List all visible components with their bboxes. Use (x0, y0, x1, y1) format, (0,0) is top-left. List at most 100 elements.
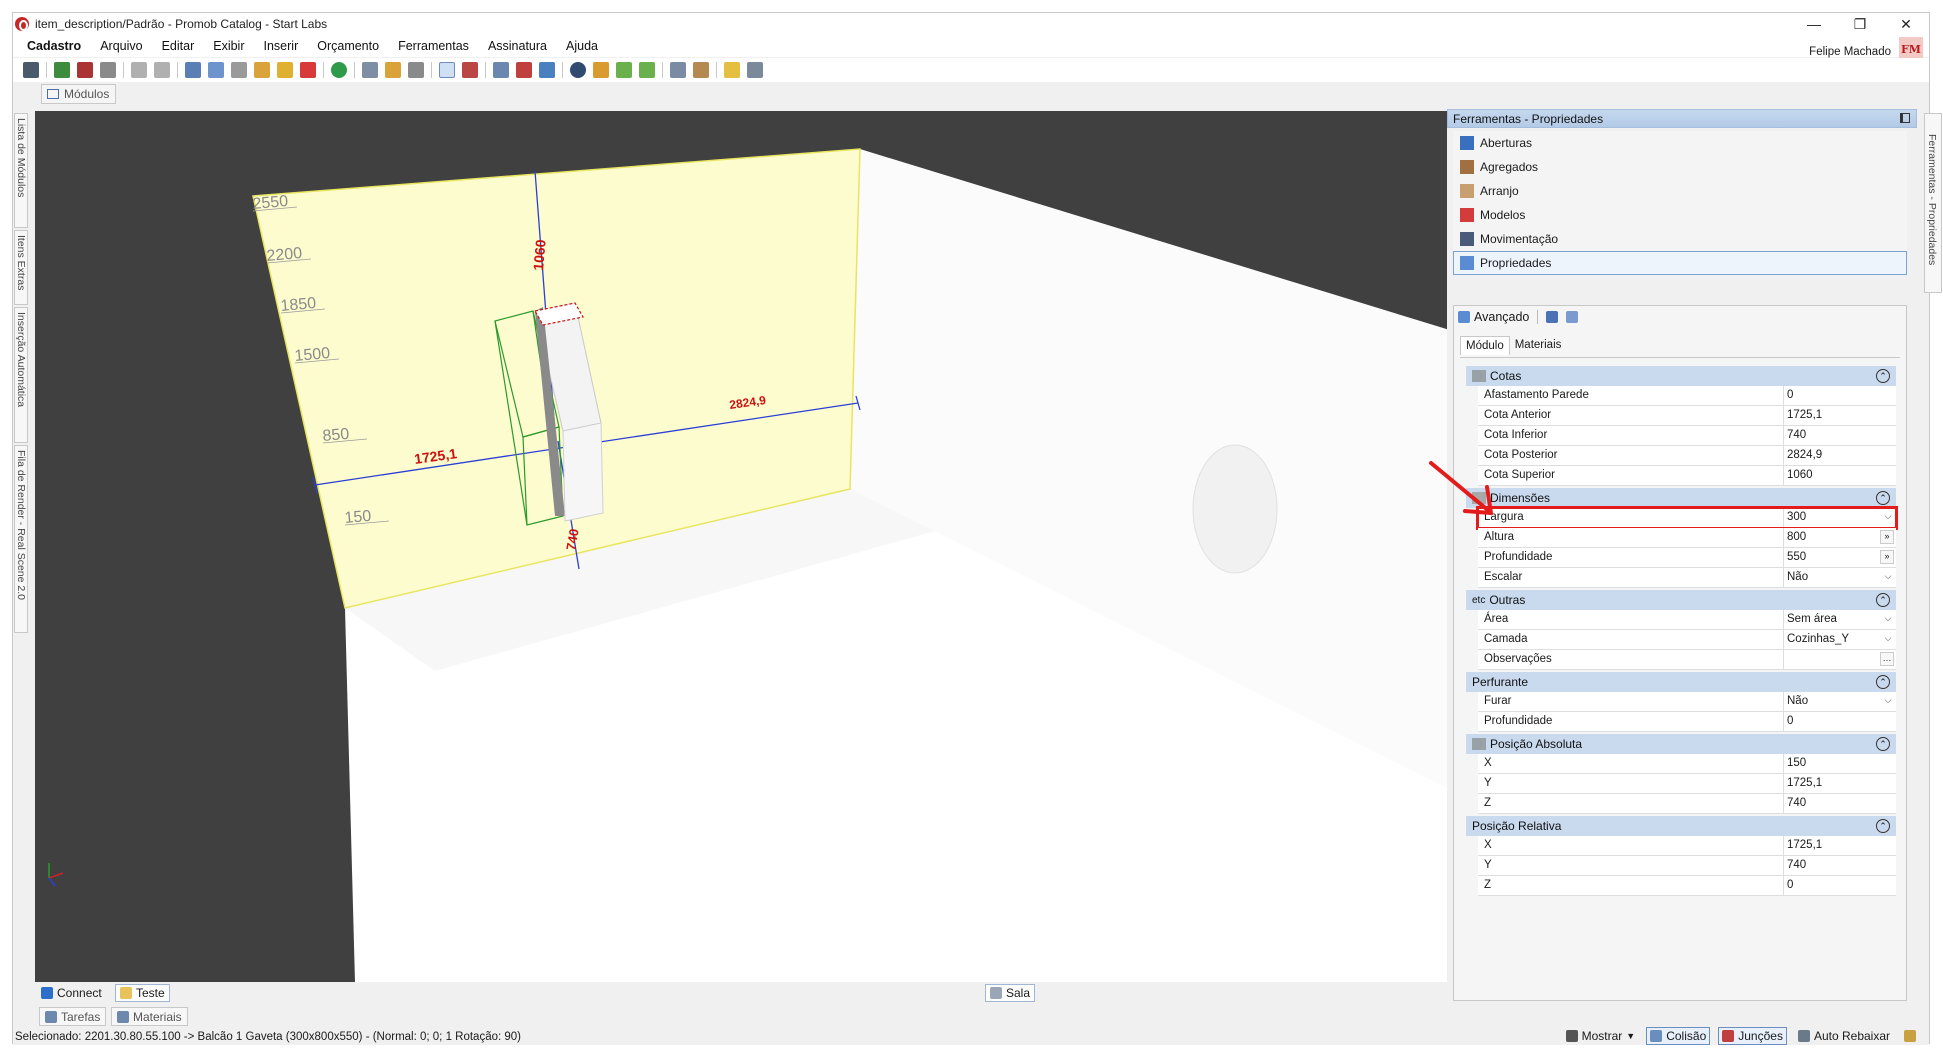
property-row[interactable]: Profundidade 550» (1478, 548, 1896, 568)
property-value[interactable]: 150 (1784, 754, 1896, 773)
delete-icon[interactable] (300, 62, 316, 78)
redo-icon[interactable] (154, 62, 170, 78)
menu-editar[interactable]: Editar (162, 39, 195, 53)
menu-ajuda[interactable]: Ajuda (566, 39, 598, 53)
restore-button[interactable]: ❐ (1837, 13, 1883, 35)
materials-icon[interactable] (516, 62, 532, 78)
property-value[interactable]: 300 (1784, 508, 1896, 527)
menu-cadastro[interactable]: Cadastro (27, 39, 81, 53)
side-tab-ferramentas-propriedades[interactable]: Ferramentas - Propriedades (1924, 113, 1942, 293)
mostrar-dropdown[interactable]: Mostrar ▼ (1563, 1027, 1639, 1045)
menu-exibir[interactable]: Exibir (213, 39, 244, 53)
juncoes-toggle[interactable]: Junções (1718, 1027, 1787, 1045)
property-row[interactable]: Afastamento Parede 0 (1478, 386, 1896, 406)
side-tab-insercao-automatica[interactable]: Inserção Automática (14, 307, 28, 443)
arrow-right-icon[interactable] (639, 62, 655, 78)
property-row[interactable]: X 1725,1 (1478, 836, 1896, 856)
chevron-down-icon[interactable]: ⌵ (1882, 695, 1894, 707)
property-value[interactable]: 0 (1784, 386, 1896, 405)
property-row[interactable]: Cota Inferior 740 (1478, 426, 1896, 446)
collapse-icon[interactable]: ⌃ (1876, 819, 1890, 833)
property-value[interactable]: 740 (1784, 856, 1896, 875)
colisao-toggle[interactable]: Colisão (1646, 1027, 1711, 1045)
category-posicao-relativa[interactable]: Posição Relativa ⌃ (1466, 816, 1896, 836)
property-value[interactable]: 0 (1784, 876, 1896, 895)
chevron-down-icon[interactable]: ⌵ (1882, 511, 1894, 523)
tool-movimentacao[interactable]: Movimentação (1453, 227, 1907, 251)
property-value[interactable]: 1725,1 (1784, 836, 1896, 855)
tab-tarefas[interactable]: Tarefas (39, 1007, 107, 1026)
hammer-icon[interactable] (254, 62, 270, 78)
undo-icon[interactable] (131, 62, 147, 78)
list-view-icon[interactable] (1546, 311, 1559, 323)
property-value[interactable]: 740 (1784, 794, 1896, 813)
property-row[interactable]: Profundidade 0 (1478, 712, 1896, 732)
arrow-left-icon[interactable] (616, 62, 632, 78)
menu-ferramentas[interactable]: Ferramentas (398, 39, 469, 53)
eye-icon[interactable] (570, 62, 586, 78)
property-row[interactable]: Furar Não ⌵ (1478, 692, 1896, 712)
tool-agregados[interactable]: Agregados (1453, 155, 1907, 179)
measure-icon[interactable] (462, 62, 478, 78)
paste-icon[interactable] (231, 62, 247, 78)
property-row[interactable]: Área Sem área ⌵ (1478, 610, 1896, 630)
view-icon[interactable] (670, 62, 686, 78)
property-row[interactable]: Altura 800» (1478, 528, 1896, 548)
menu-orcamento[interactable]: Orçamento (317, 39, 379, 53)
copy-icon[interactable] (208, 62, 224, 78)
auto-rebaixar-toggle[interactable]: Auto Rebaixar (1795, 1027, 1893, 1045)
3d-text-icon[interactable] (539, 62, 555, 78)
advanced-label[interactable]: Avançado (1474, 310, 1529, 324)
menu-assinatura[interactable]: Assinatura (488, 39, 547, 53)
property-value[interactable]: Não (1784, 692, 1896, 711)
property-row[interactable]: Cota Superior 1060 (1478, 466, 1896, 486)
ellipsis-icon[interactable]: … (1880, 652, 1894, 666)
connect-button[interactable]: Connect (37, 984, 106, 1002)
chevron-down-icon[interactable]: ⌵ (1882, 571, 1894, 583)
budget-icon[interactable] (331, 62, 347, 78)
sala-button[interactable]: Sala (985, 984, 1036, 1002)
pin-icon[interactable] (1900, 113, 1910, 123)
property-value[interactable]: 1060 (1784, 466, 1896, 485)
property-value[interactable]: Cozinhas_Y (1784, 630, 1896, 649)
collapse-icon[interactable]: ⌃ (1876, 737, 1890, 751)
category-outras[interactable]: etc Outras ⌃ (1466, 590, 1896, 610)
category-perfurante[interactable]: Perfurante ⌃ (1466, 672, 1896, 692)
property-row[interactable]: Camada Cozinhas_Y ⌵ (1478, 630, 1896, 650)
property-row[interactable]: X 150 (1478, 754, 1896, 774)
property-row[interactable]: Escalar Não ⌵ (1478, 568, 1896, 588)
property-value[interactable]: Não (1784, 568, 1896, 587)
grid-view-icon[interactable] (1566, 311, 1579, 323)
select-cursor-icon[interactable] (439, 62, 455, 78)
camera-icon[interactable] (747, 62, 763, 78)
collapse-icon[interactable]: ⌃ (1876, 491, 1890, 505)
tool-propriedades[interactable]: Propriedades (1453, 251, 1907, 275)
chevron-down-icon[interactable]: ⌵ (1882, 613, 1894, 625)
collapse-icon[interactable]: ⌃ (1876, 675, 1890, 689)
light-icon[interactable] (724, 62, 740, 78)
3d-viewport[interactable]: 2550 2200 1850 1500 850 150 1060 1725,1 … (35, 111, 1453, 982)
property-value[interactable]: 0 (1784, 712, 1896, 731)
menu-arquivo[interactable]: Arquivo (100, 39, 142, 53)
tool-arranjo[interactable]: Arranjo (1453, 179, 1907, 203)
property-row[interactable]: Y 740 (1478, 856, 1896, 876)
collapse-icon[interactable]: ⌃ (1876, 369, 1890, 383)
save-icon[interactable] (23, 62, 39, 78)
cut-icon[interactable] (185, 62, 201, 78)
layers-icon[interactable] (493, 62, 509, 78)
shape-icon[interactable] (408, 62, 424, 78)
brush-icon[interactable] (277, 62, 293, 78)
tab-materiais-panel[interactable]: Materiais (111, 1007, 188, 1026)
property-value[interactable]: Sem área (1784, 610, 1896, 629)
render-options-icon[interactable] (77, 62, 93, 78)
property-row[interactable]: Cota Posterior 2824,9 (1478, 446, 1896, 466)
property-row-largura[interactable]: Largura 300 ⌵ (1476, 506, 1898, 530)
property-row[interactable]: Cota Anterior 1725,1 (1478, 406, 1896, 426)
category-posicao-absoluta[interactable]: Posição Absoluta ⌃ (1466, 734, 1896, 754)
expand-icon[interactable]: » (1880, 530, 1894, 544)
expand-icon[interactable]: » (1880, 550, 1894, 564)
property-value[interactable]: 740 (1784, 426, 1896, 445)
collapse-icon[interactable]: ⌃ (1876, 593, 1890, 607)
property-row[interactable]: Y 1725,1 (1478, 774, 1896, 794)
teste-button[interactable]: Teste (115, 984, 170, 1002)
